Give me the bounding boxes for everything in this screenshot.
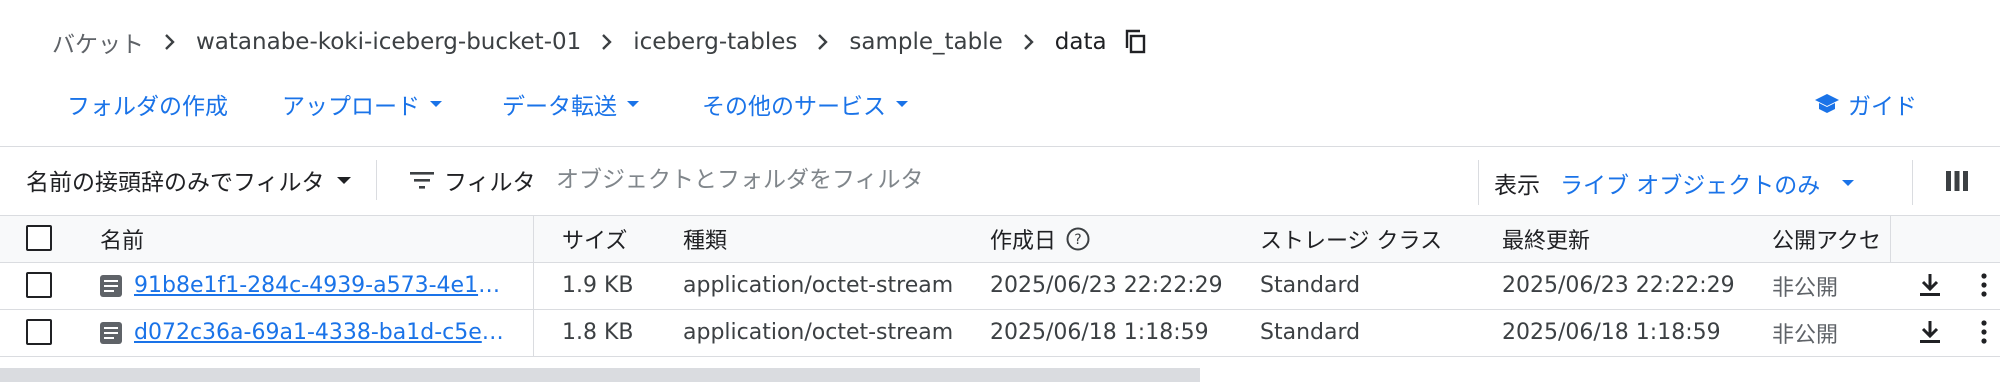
guide-label: ガイド <box>1848 94 1917 120</box>
svg-text:?: ? <box>1074 232 1081 248</box>
filter-button[interactable]: フィルタ <box>410 160 536 200</box>
divider <box>1478 160 1479 205</box>
row-checkbox[interactable] <box>26 319 52 345</box>
divider <box>376 160 377 200</box>
create-folder-label: フォルダの作成 <box>67 94 228 120</box>
data-transfer-menu-button[interactable]: データ転送 <box>502 84 639 124</box>
document-icon <box>100 321 122 344</box>
breadcrumb-folder-sample-table[interactable]: sample_table <box>849 29 1002 55</box>
file-name-cell: d072c36a-69a1-4338-ba1d-c5edb… <box>100 309 506 356</box>
prefix-filter-dropdown[interactable]: 名前の接頭辞のみでフィルタ <box>26 160 351 200</box>
display-label: 表示 <box>1494 173 1540 199</box>
column-header-type[interactable]: 種類 <box>683 215 727 262</box>
horizontal-scrollbar[interactable] <box>0 368 1200 382</box>
select-all-checkbox[interactable] <box>26 225 52 251</box>
updated-cell: 2025/06/18 1:18:59 <box>1502 320 1721 345</box>
document-icon <box>100 274 122 297</box>
storage-class-cell: Standard <box>1260 273 1361 298</box>
copy-icon[interactable] <box>1125 29 1147 55</box>
more-vert-icon[interactable] <box>1976 317 1992 347</box>
divider <box>1890 215 1891 262</box>
data-transfer-label: データ転送 <box>502 94 617 120</box>
guide-button[interactable]: ガイド <box>1814 84 1917 124</box>
updated-cell: 2025/06/23 22:22:29 <box>1502 273 1735 298</box>
filter-label: フィルタ <box>444 170 536 196</box>
divider <box>1912 160 1913 205</box>
school-icon <box>1814 93 1840 115</box>
breadcrumb-folder-iceberg-tables[interactable]: iceberg-tables <box>633 29 797 55</box>
column-header-size[interactable]: サイズ <box>562 215 627 262</box>
upload-label: アップロード <box>282 94 420 120</box>
chevron-right-icon <box>581 33 633 51</box>
breadcrumb: バケット watanabe-koki-iceberg-bucket-01 ice… <box>52 22 1147 62</box>
column-header-name[interactable]: 名前 <box>100 215 144 262</box>
dropdown-arrow-icon <box>896 101 908 107</box>
filter-list-icon <box>410 171 434 189</box>
public-access-cell: 非公開 <box>1772 322 1839 348</box>
divider <box>533 215 534 357</box>
download-icon[interactable] <box>1916 270 1944 300</box>
storage-class-cell: Standard <box>1260 320 1361 345</box>
prefix-filter-label: 名前の接頭辞のみでフィルタ <box>26 170 325 196</box>
display-mode-dropdown[interactable]: ライブ オブジェクトのみ <box>1560 163 1855 203</box>
dropdown-arrow-icon <box>1842 180 1855 186</box>
filter-input[interactable] <box>556 160 1456 200</box>
column-header-storage-class[interactable]: ストレージ クラス <box>1260 215 1442 262</box>
size-cell: 1.8 KB <box>562 320 634 345</box>
file-name-cell: 91b8e1f1-284c-4939-a573-4e105c… <box>100 262 506 309</box>
dropdown-arrow-icon <box>627 101 639 107</box>
file-name-link[interactable]: d072c36a-69a1-4338-ba1d-c5edb… <box>134 320 506 345</box>
view-column-icon[interactable] <box>1946 170 1968 196</box>
chevron-right-icon <box>797 33 849 51</box>
breadcrumb-buckets[interactable]: バケット <box>52 25 144 59</box>
created-cell: 2025/06/23 22:22:29 <box>990 273 1223 298</box>
breadcrumb-current-folder: data <box>1054 29 1107 55</box>
help-icon[interactable]: ? <box>1066 227 1090 251</box>
dropdown-arrow-icon <box>430 101 442 107</box>
divider <box>0 146 2000 147</box>
upload-menu-button[interactable]: アップロード <box>282 84 442 124</box>
column-header-public-access[interactable]: 公開アクセ <box>1772 215 1884 262</box>
create-folder-button[interactable]: フォルダの作成 <box>67 84 228 124</box>
display-mode-value: ライブ オブジェクトのみ <box>1560 173 1821 199</box>
row-checkbox[interactable] <box>26 272 52 298</box>
type-cell: application/octet-stream <box>683 320 954 345</box>
size-cell: 1.9 KB <box>562 273 634 298</box>
chevron-right-icon <box>1003 33 1055 51</box>
column-header-updated[interactable]: 最終更新 <box>1502 215 1590 262</box>
other-services-menu-button[interactable]: その他のサービス <box>702 84 908 124</box>
file-name-link[interactable]: 91b8e1f1-284c-4939-a573-4e105c… <box>134 273 506 298</box>
column-header-created[interactable]: 作成日 ? <box>990 215 1090 262</box>
breadcrumb-bucket[interactable]: watanabe-koki-iceberg-bucket-01 <box>196 29 581 55</box>
created-header-label: 作成日 <box>990 228 1057 254</box>
divider <box>0 356 2000 357</box>
more-vert-icon[interactable] <box>1976 270 1992 300</box>
created-cell: 2025/06/18 1:18:59 <box>990 320 1209 345</box>
type-cell: application/octet-stream <box>683 273 954 298</box>
download-icon[interactable] <box>1916 317 1944 347</box>
public-access-cell: 非公開 <box>1772 275 1839 301</box>
chevron-right-icon <box>144 33 196 51</box>
other-services-label: その他のサービス <box>702 94 886 120</box>
dropdown-arrow-icon <box>336 176 351 184</box>
